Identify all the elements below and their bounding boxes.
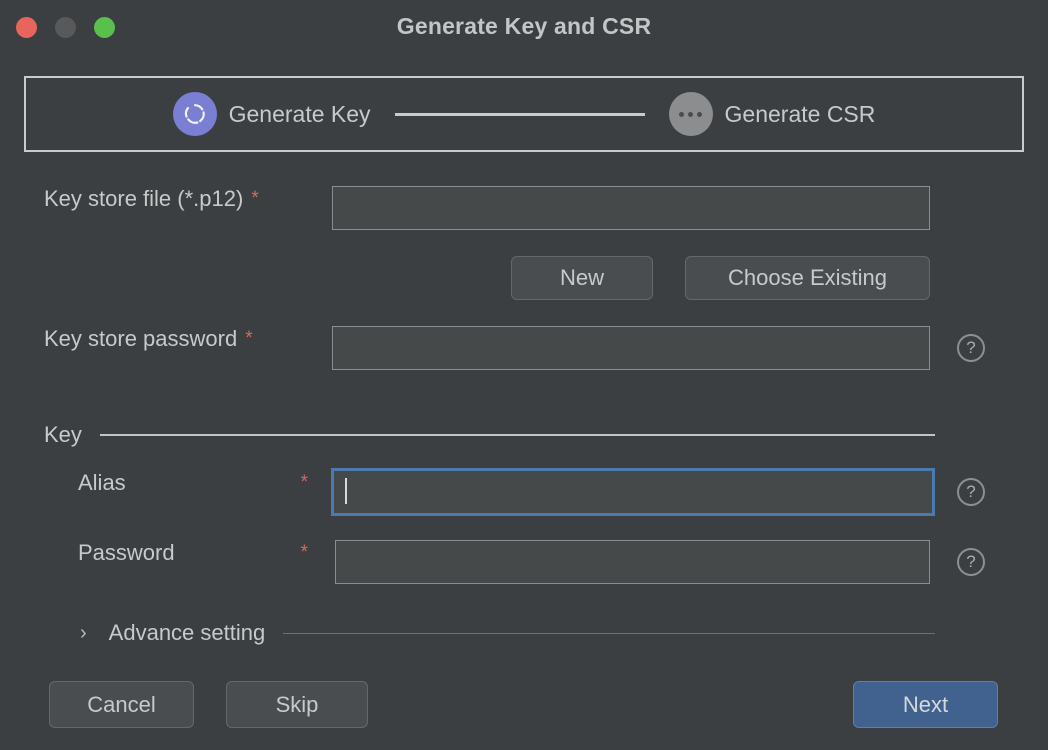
key-password-label: Password <box>78 540 175 565</box>
key-password-help-icon[interactable]: ? <box>957 548 985 576</box>
step-label-generate-csr: Generate CSR <box>724 100 876 127</box>
advance-setting-label: Advance setting <box>108 620 266 645</box>
chevron-right-icon: › <box>80 621 87 644</box>
key-password-required-marker: * <box>300 542 308 563</box>
keystore-password-label: Key store password <box>44 326 238 351</box>
alias-help-icon[interactable]: ? <box>957 478 985 506</box>
key-section-divider <box>99 434 935 436</box>
key-section-header: Key <box>44 422 935 448</box>
text-caret <box>345 478 347 504</box>
key-section-title: Key <box>44 422 82 447</box>
keystore-file-label: Key store file (*.p12) <box>44 186 244 211</box>
step-label-generate-key: Generate Key <box>228 100 371 127</box>
window-title: Generate Key and CSR <box>396 13 652 39</box>
new-keystore-button[interactable]: New <box>511 256 653 300</box>
dialog-window: Generate Key and CSR Generate Key Genera… <box>0 0 1048 750</box>
stepper-connector <box>394 112 645 116</box>
key-password-label-group: Password * <box>78 540 308 566</box>
alias-input[interactable] <box>331 468 935 516</box>
keystore-password-label-group: Key store password * <box>44 326 253 352</box>
cancel-button[interactable]: Cancel <box>49 681 194 728</box>
keystore-file-required-marker: * <box>251 188 259 209</box>
key-password-input[interactable] <box>335 540 930 584</box>
step-generate-csr[interactable]: Generate CSR <box>668 92 876 136</box>
keystore-password-help-icon[interactable]: ? <box>957 334 985 362</box>
wizard-stepper: Generate Key Generate CSR <box>24 76 1024 152</box>
advance-setting-toggle[interactable]: › Advance setting <box>80 620 935 646</box>
keystore-file-input[interactable] <box>332 186 930 230</box>
step-generate-key[interactable]: Generate Key <box>172 92 371 136</box>
skip-button[interactable]: Skip <box>226 681 368 728</box>
alias-required-marker: * <box>300 472 308 493</box>
spinner-circle-icon <box>172 92 217 136</box>
advance-setting-divider <box>283 632 935 634</box>
keystore-file-label-group: Key store file (*.p12) * <box>44 186 259 212</box>
title-bar: Generate Key and CSR <box>0 0 1048 56</box>
alias-label: Alias <box>78 470 126 495</box>
ellipsis-icon <box>668 92 713 136</box>
keystore-password-required-marker: * <box>245 328 253 349</box>
alias-label-group: Alias * <box>78 470 308 496</box>
keystore-password-input[interactable] <box>332 326 930 370</box>
next-button[interactable]: Next <box>853 681 998 728</box>
choose-existing-keystore-button[interactable]: Choose Existing <box>685 256 930 300</box>
